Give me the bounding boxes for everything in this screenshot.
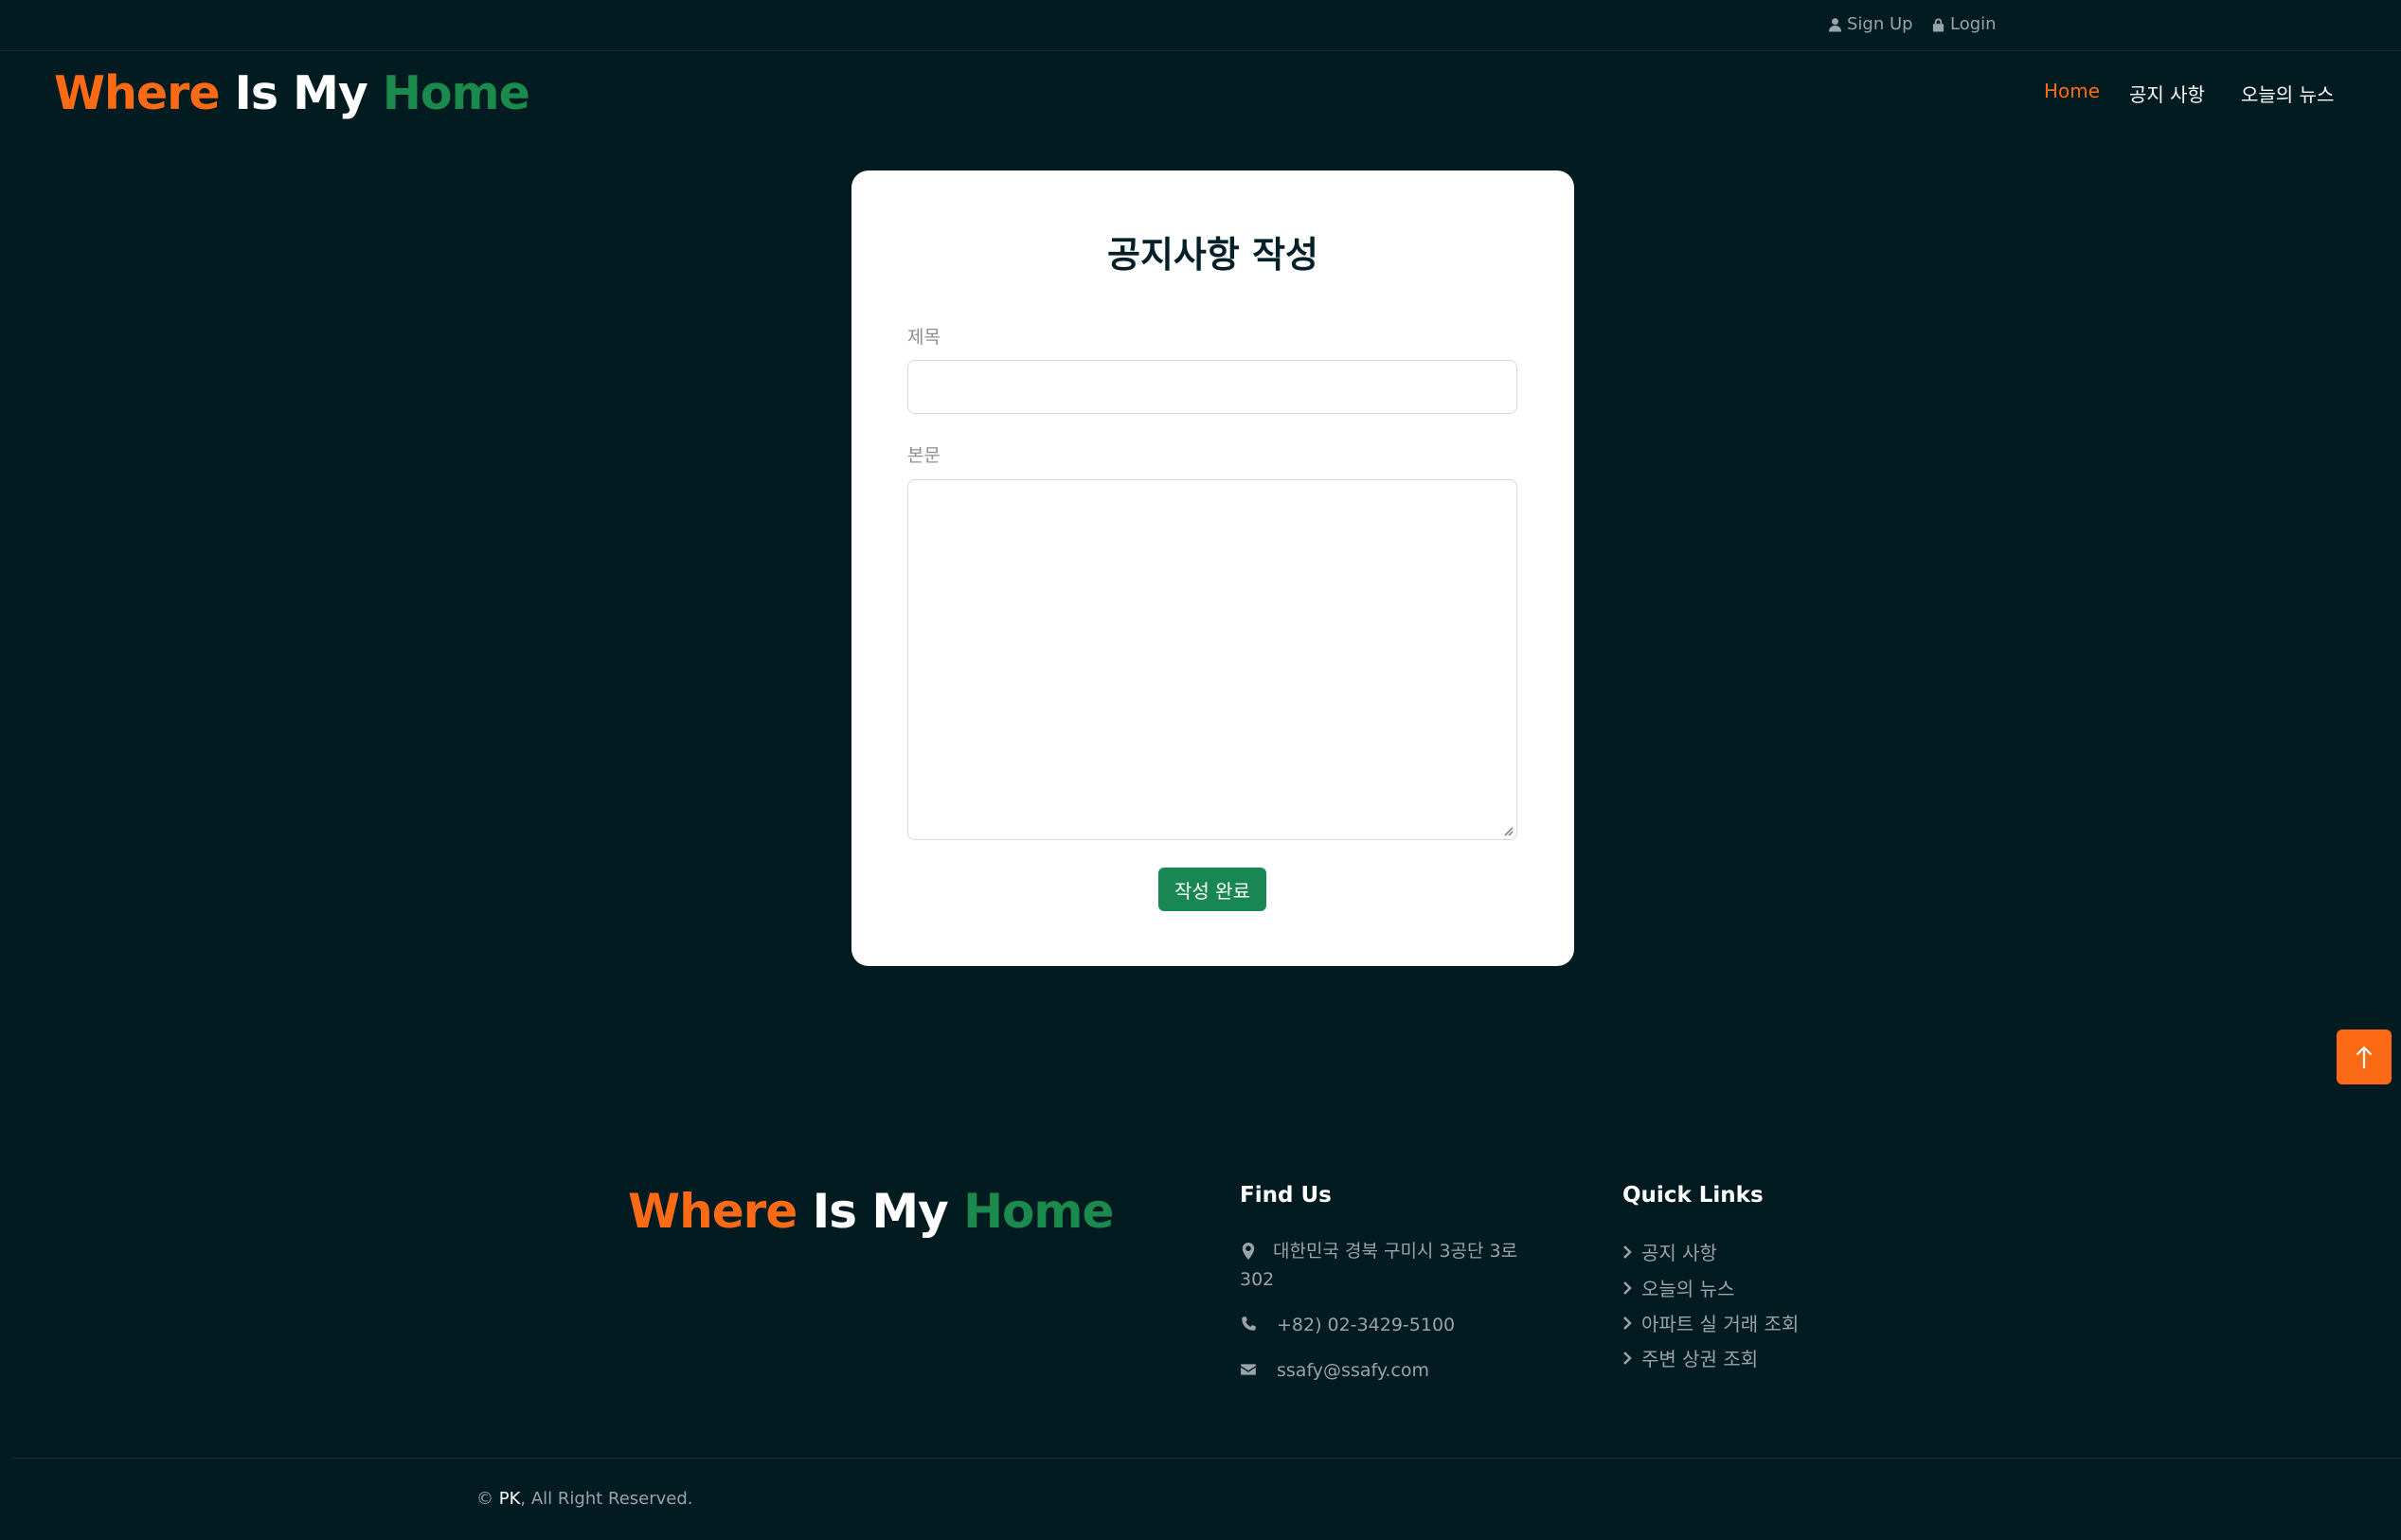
subject-input[interactable] <box>907 360 1517 414</box>
quick-link-nearby-commerce[interactable]: 주변 상권 조회 <box>1622 1344 1758 1371</box>
arrow-up-icon <box>2356 1046 2373 1069</box>
footer-brand-home: Home <box>963 1184 1114 1239</box>
brand-part-where: Where <box>54 66 221 120</box>
chevron-right-icon <box>1623 1316 1632 1330</box>
address-line-1: 대한민국 경북 구미시 3공단 3로 <box>1273 1241 1518 1262</box>
submit-button[interactable]: 작성 완료 <box>1158 868 1266 911</box>
back-to-top-button[interactable] <box>2337 1030 2392 1084</box>
footer-divider <box>11 1458 2401 1459</box>
quick-link-apartment-deals[interactable]: 아파트 실 거래 조회 <box>1622 1309 1799 1336</box>
subject-label: 제목 <box>907 327 941 348</box>
chevron-right-icon <box>1623 1280 1632 1295</box>
top-utility-bar: Sign Up Login <box>0 0 2401 51</box>
lock-icon <box>1932 17 1944 31</box>
chevron-right-icon <box>1623 1351 1632 1365</box>
quick-link-label: 아파트 실 거래 조회 <box>1641 1313 1800 1335</box>
phone-icon <box>1242 1316 1256 1331</box>
brand-logo[interactable]: Where Is My Home <box>54 66 530 120</box>
copyright-owner-link[interactable]: PK <box>499 1489 521 1509</box>
quick-link-news[interactable]: 오늘의 뉴스 <box>1622 1274 1734 1301</box>
copyright-suffix: , All Right Reserved. <box>520 1489 693 1509</box>
email-address: ssafy@ssafy.com <box>1277 1360 1429 1381</box>
sign-up-link[interactable]: Sign Up <box>1828 14 1913 34</box>
chevron-right-icon <box>1623 1245 1632 1259</box>
address-line-2: 302 <box>1240 1269 1275 1290</box>
copyright-text: © PK, All Right Reserved. <box>476 1489 693 1509</box>
nav-notice[interactable]: 공지 사항 <box>2129 80 2205 107</box>
resize-handle-icon[interactable] <box>1502 825 1514 836</box>
quick-link-label: 공지 사항 <box>1641 1242 1717 1264</box>
phone-number: +82) 02-3429-5100 <box>1277 1315 1456 1335</box>
find-us-heading: Find Us <box>1240 1183 1332 1208</box>
quick-link-notice[interactable]: 공지 사항 <box>1622 1238 1717 1265</box>
envelope-icon <box>1241 1364 1256 1375</box>
footer-brand-where: Where <box>628 1184 797 1239</box>
quick-links-heading: Quick Links <box>1622 1183 1764 1208</box>
map-marker-icon <box>1242 1243 1255 1260</box>
footer-brand-logo: Where Is My Home <box>628 1184 1114 1239</box>
brand-part-home: Home <box>382 66 530 120</box>
nav-home[interactable]: Home <box>2044 80 2100 102</box>
quick-link-label: 주변 상권 조회 <box>1641 1348 1759 1370</box>
login-link[interactable]: Login <box>1931 14 1997 34</box>
login-label: Login <box>1950 14 1997 34</box>
brand-part-is-my: Is My <box>234 66 368 120</box>
user-icon <box>1828 17 1842 31</box>
notice-form-card: 공지사항 작성 제목 본문 작성 완료 <box>851 170 1574 966</box>
page-title: 공지사항 작성 <box>1107 234 1318 276</box>
nav-news[interactable]: 오늘의 뉴스 <box>2241 80 2334 107</box>
body-textarea[interactable] <box>907 479 1517 840</box>
copyright-prefix: © <box>476 1489 499 1509</box>
footer-brand-is-my: Is My <box>812 1184 949 1239</box>
body-label: 본문 <box>907 445 941 466</box>
sign-up-label: Sign Up <box>1847 14 1913 34</box>
quick-link-label: 오늘의 뉴스 <box>1641 1278 1735 1300</box>
